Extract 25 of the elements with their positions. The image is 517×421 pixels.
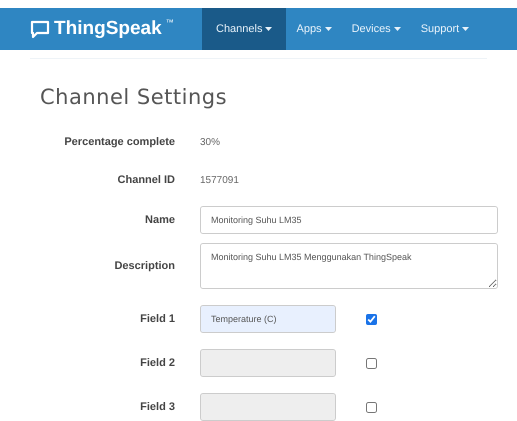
logo-text[interactable]: ThingSpeak: [54, 18, 162, 40]
nav-menu[interactable]: Apps: [286, 8, 342, 50]
field-value: 1577091: [200, 174, 240, 186]
caret-icon: [394, 27, 401, 31]
nav-menu[interactable]: Devices: [342, 8, 411, 50]
page-title: Channel Settings: [40, 85, 228, 109]
field-label: Field 1: [139, 313, 175, 325]
field-label: Description: [113, 260, 175, 272]
field-label: Field 2: [139, 357, 175, 369]
field-label: Name: [144, 214, 175, 226]
field-value: 30%: [200, 136, 222, 148]
field-label: Percentage complete: [63, 136, 175, 148]
caret-icon: [462, 27, 470, 31]
caret-icon: [324, 27, 332, 31]
caret-icon: [265, 27, 272, 31]
trademark-sign: ™: [166, 18, 174, 27]
field-name-input[interactable]: Temperature (C): [200, 305, 336, 333]
field-checkbox[interactable]: [366, 314, 377, 324]
name-field[interactable]: Monitoring Suhu LM35: [200, 206, 498, 234]
description-field[interactable]: Monitoring Suhu LM35 Menggunakan ThingSpeak: [200, 243, 498, 289]
field-label: Field 3: [139, 401, 175, 413]
nav-menu[interactable]: Support: [410, 8, 480, 50]
nav-menu[interactable]: Channels: [202, 8, 286, 50]
field-label: Channel ID: [116, 174, 175, 186]
chat-bubble-icon: [30, 20, 50, 38]
